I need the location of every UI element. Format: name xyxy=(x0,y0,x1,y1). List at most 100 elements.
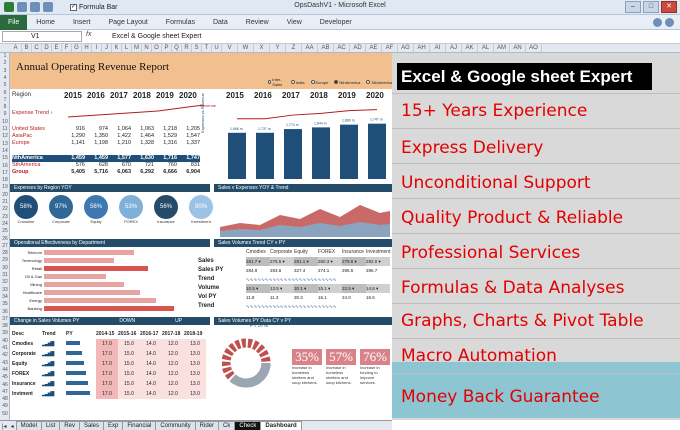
tab-data[interactable]: Data xyxy=(204,19,237,26)
row-header[interactable]: 32 xyxy=(0,279,10,285)
column-header[interactable]: D xyxy=(42,44,52,52)
region-option[interactable]: Inter-Sales xyxy=(268,77,285,87)
row-header[interactable]: 21 xyxy=(0,199,10,205)
row-header[interactable]: 8 xyxy=(0,104,10,110)
row-header[interactable]: 27 xyxy=(0,243,10,249)
column-header[interactable]: R xyxy=(182,44,192,52)
tab-home[interactable]: Home xyxy=(27,19,64,26)
row-header[interactable]: 3 xyxy=(0,68,10,74)
row-header[interactable]: 6 xyxy=(0,90,10,96)
row-header[interactable]: 47 xyxy=(0,389,10,395)
column-header[interactable]: AF xyxy=(382,44,398,52)
sheet-tab[interactable]: Community xyxy=(155,421,196,430)
row-header[interactable]: 14 xyxy=(0,148,10,154)
sheet-tab[interactable]: List xyxy=(40,421,61,430)
row-header[interactable]: 2 xyxy=(0,60,10,66)
row-header[interactable]: 17 xyxy=(0,170,10,176)
row-header[interactable]: 18 xyxy=(0,177,10,183)
column-header[interactable]: I xyxy=(92,44,102,52)
sheet-tab[interactable]: Exp xyxy=(102,421,124,430)
radio-icon[interactable] xyxy=(310,80,315,84)
radio-icon[interactable] xyxy=(268,80,272,84)
sheet-tab-active[interactable]: Dashboard xyxy=(260,421,302,430)
row-header[interactable]: 38 xyxy=(0,323,10,329)
column-header[interactable]: E xyxy=(52,44,62,52)
row-header[interactable]: 23 xyxy=(0,214,10,220)
row-header[interactable]: 39 xyxy=(0,330,10,336)
row-header[interactable]: 49 xyxy=(0,403,10,409)
column-header[interactable]: G xyxy=(72,44,82,52)
ribbon-minimize-icon[interactable] xyxy=(653,17,662,27)
row-header[interactable]: 48 xyxy=(0,396,10,402)
column-header[interactable]: AH xyxy=(414,44,430,52)
column-header[interactable]: M xyxy=(132,44,142,52)
row-header[interactable]: 45 xyxy=(0,374,10,380)
row-header[interactable]: 7 xyxy=(0,97,10,103)
row-header[interactable]: 41 xyxy=(0,345,10,351)
sheet-tab[interactable]: Check xyxy=(234,421,262,430)
formula-input[interactable]: Excel & Google sheet Expert xyxy=(112,31,202,42)
column-header[interactable]: N xyxy=(142,44,152,52)
column-header[interactable]: AO xyxy=(526,44,542,52)
column-header[interactable]: X xyxy=(254,44,270,52)
column-header[interactable]: L xyxy=(122,44,132,52)
row-header[interactable]: 31 xyxy=(0,272,10,278)
column-header[interactable]: AE xyxy=(366,44,382,52)
column-header[interactable]: J xyxy=(102,44,112,52)
column-header[interactable]: B xyxy=(22,44,32,52)
tab-view[interactable]: View xyxy=(278,19,311,26)
sheet-tab[interactable]: Sales xyxy=(78,421,104,430)
maximize-icon[interactable]: □ xyxy=(643,1,659,13)
column-header[interactable]: W xyxy=(238,44,254,52)
row-header[interactable]: 4 xyxy=(0,75,10,81)
row-header[interactable]: 16 xyxy=(0,163,10,169)
sheet-tab[interactable]: Rev xyxy=(59,421,80,430)
row-header[interactable]: 29 xyxy=(0,257,10,263)
column-header[interactable]: AL xyxy=(478,44,494,52)
region-option[interactable]: Europe xyxy=(310,77,328,87)
name-box[interactable]: V1 xyxy=(2,31,82,42)
column-header[interactable]: U xyxy=(212,44,222,52)
row-header[interactable]: 30 xyxy=(0,265,10,271)
radio-selected-icon[interactable] xyxy=(334,80,339,84)
row-header[interactable]: 13 xyxy=(0,141,10,147)
row-header[interactable]: 28 xyxy=(0,250,10,256)
column-header[interactable]: AA xyxy=(302,44,318,52)
column-header[interactable]: AK xyxy=(462,44,478,52)
row-header[interactable]: 43 xyxy=(0,360,10,366)
region-option[interactable]: SthAmerica xyxy=(366,77,392,87)
column-header[interactable]: Y xyxy=(270,44,286,52)
tab-insert[interactable]: Insert xyxy=(64,19,100,26)
row-header[interactable]: 25 xyxy=(0,228,10,234)
sheet-tab[interactable]: Model xyxy=(15,421,42,430)
region-option[interactable]: NthAmerica xyxy=(334,77,360,87)
row-header[interactable]: 1 xyxy=(0,53,10,59)
radio-icon[interactable] xyxy=(366,80,371,84)
row-header[interactable]: 15 xyxy=(0,155,10,161)
help-icon[interactable] xyxy=(665,17,674,27)
row-header[interactable]: 34 xyxy=(0,294,10,300)
row-header[interactable]: 24 xyxy=(0,221,10,227)
column-header[interactable]: AI xyxy=(430,44,446,52)
row-header[interactable]: 9 xyxy=(0,111,10,117)
minimize-icon[interactable]: – xyxy=(625,1,641,13)
worksheet[interactable]: Annual Operating Revenue Report Inter-Sa… xyxy=(10,53,392,420)
column-header[interactable]: K xyxy=(112,44,122,52)
column-header[interactable]: AD xyxy=(350,44,366,52)
column-header[interactable]: AJ xyxy=(446,44,462,52)
sheet-tab[interactable]: Rider xyxy=(194,421,220,430)
column-header[interactable]: S xyxy=(192,44,202,52)
column-header[interactable]: AN xyxy=(510,44,526,52)
sheet-tab[interactable]: Financial xyxy=(122,421,157,430)
column-header[interactable]: O xyxy=(152,44,162,52)
column-header[interactable]: AC xyxy=(334,44,350,52)
column-header[interactable]: C xyxy=(32,44,42,52)
row-header[interactable]: 20 xyxy=(0,192,10,198)
row-header[interactable]: 22 xyxy=(0,206,10,212)
row-header[interactable]: 19 xyxy=(0,184,10,190)
column-header[interactable]: Q xyxy=(172,44,182,52)
column-header[interactable]: T xyxy=(202,44,212,52)
close-icon[interactable]: ✕ xyxy=(661,1,677,13)
first-sheet-icon[interactable]: |◂ xyxy=(0,423,9,430)
sheet-tab[interactable]: Ck xyxy=(218,421,236,430)
